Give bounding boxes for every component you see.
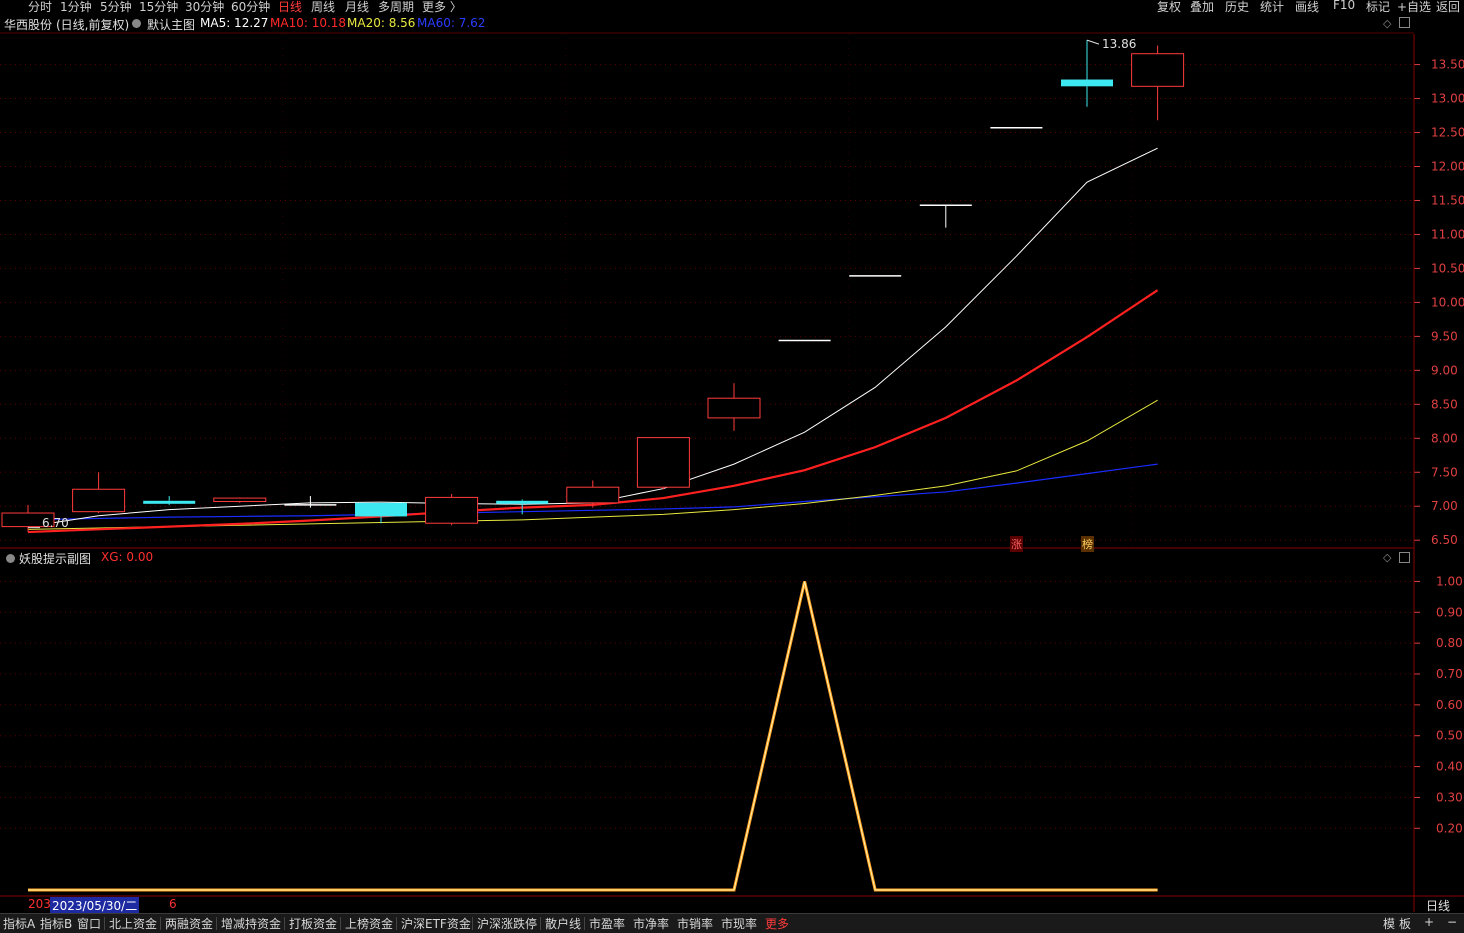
candle-body xyxy=(1061,79,1113,87)
price-tick-label: 11.50 xyxy=(1431,193,1464,207)
tab-pcf-ratio[interactable]: 市现率 xyxy=(721,915,757,932)
price-tick-label: 7.50 xyxy=(1431,465,1458,479)
date-bar: 203 2023/05/30/二 6 xyxy=(0,897,1414,914)
candle-body xyxy=(566,486,620,504)
tab-indicator-b[interactable]: 指标B xyxy=(40,915,72,932)
price-tick-label: 13.50 xyxy=(1431,58,1464,72)
candlestick[interactable] xyxy=(72,472,126,514)
candle-body xyxy=(707,397,761,419)
indicator-tab-bar: 指标A 指标B 窗口 北上资金 两融资金 增减持资金 打板资金 上榜资金 沪深E… xyxy=(0,913,1464,933)
grid-layer xyxy=(0,34,1414,829)
candle-body xyxy=(425,496,479,524)
diamond-icon-sub[interactable]: ◇ xyxy=(1383,551,1391,564)
indicator-legend: 妖股提示副图 XG: 0.00 xyxy=(0,550,400,566)
candlestick-layer xyxy=(1,39,1185,533)
candlestick[interactable] xyxy=(425,494,479,526)
tab-retail-line[interactable]: 散户线 xyxy=(545,915,581,932)
price-tick-label: 9.50 xyxy=(1431,329,1458,343)
indicator-tick-label: 0.40 xyxy=(1436,760,1463,774)
date-suffix: 6 xyxy=(169,897,177,911)
price-tick-label: 10.00 xyxy=(1431,295,1464,309)
price-tick-label: 11.00 xyxy=(1431,227,1464,241)
tab-margin-funds[interactable]: 两融资金 xyxy=(165,915,213,932)
limit-up-badge[interactable]: 涨 xyxy=(1010,536,1023,552)
zoom-in-button[interactable]: + xyxy=(1424,915,1434,929)
tab-limit-board-funds[interactable]: 打板资金 xyxy=(289,915,337,932)
price-tick-label: 10.50 xyxy=(1431,261,1464,275)
diamond-icon[interactable]: ◇ xyxy=(1383,17,1391,30)
low-price-label: 6.70 xyxy=(42,516,69,530)
candle-body xyxy=(496,500,549,504)
tab-window[interactable]: 窗口 xyxy=(77,915,101,932)
chart-canvas[interactable]: 13.50 13.00 12.50 12.00 11.50 11.00 10.50 10.00… xyxy=(0,0,1464,932)
indicator-tick-label: 0.50 xyxy=(1436,729,1463,743)
window-icon[interactable] xyxy=(1399,17,1410,28)
price-tick-label: 13.00 xyxy=(1431,92,1464,106)
tab-indicator-a[interactable]: 指标A xyxy=(3,915,35,932)
price-tick-label: 7.00 xyxy=(1431,499,1458,513)
template-button[interactable]: 模 xyxy=(1383,915,1395,932)
date-prefix: 203 xyxy=(28,897,51,911)
moving-average-layer xyxy=(27,147,1159,534)
candle-body xyxy=(213,497,267,502)
price-axis-layer: 13.50 13.00 12.50 12.00 11.50 11.00 10.50 10.00… xyxy=(1414,58,1464,835)
candlestick[interactable] xyxy=(355,502,407,524)
indicator-name[interactable]: 妖股提示副图 xyxy=(19,550,91,567)
indicator-toggle-icon[interactable] xyxy=(6,554,15,563)
xg-indicator-line xyxy=(28,581,1158,892)
candlestick[interactable] xyxy=(213,497,267,503)
price-tick-label: 12.50 xyxy=(1431,126,1464,140)
zoom-out-button[interactable]: − xyxy=(1447,915,1457,929)
candlestick[interactable] xyxy=(143,496,196,505)
candlestick[interactable] xyxy=(636,437,690,490)
xg-indicator-line-highlight xyxy=(28,581,1158,891)
candle-body xyxy=(72,488,126,513)
high-price-marker xyxy=(1086,39,1100,45)
tab-pb-ratio[interactable]: 市净率 xyxy=(633,915,669,932)
ma5-line xyxy=(27,147,1158,528)
board-button[interactable]: 板 xyxy=(1399,915,1411,932)
list-badge[interactable]: 榜 xyxy=(1081,536,1094,552)
indicator-value: XG: 0.00 xyxy=(101,550,154,564)
indicator-tick-label: 0.20 xyxy=(1436,821,1463,835)
indicator-tick-label: 1.00 xyxy=(1436,574,1463,588)
candlestick[interactable] xyxy=(707,383,761,431)
candle-body xyxy=(143,500,196,504)
tab-holding-change-funds[interactable]: 增减持资金 xyxy=(221,915,281,932)
indicator-tick-label: 0.30 xyxy=(1436,790,1463,804)
tab-more-indicators[interactable]: 更多 xyxy=(765,915,789,932)
price-tick-label: 6.50 xyxy=(1431,533,1458,547)
candle-body xyxy=(355,502,407,517)
candle-body xyxy=(1131,53,1185,87)
price-tick-label: 12.00 xyxy=(1431,159,1464,173)
cursor-date: 2023/05/30/二 xyxy=(50,897,140,914)
indicator-tick-label: 0.60 xyxy=(1436,698,1463,712)
tab-etf-funds[interactable]: 沪深ETF资金 xyxy=(401,915,471,932)
candle-body xyxy=(636,437,690,488)
period-indicator: 日线 xyxy=(1426,899,1451,913)
indicator-tick-label: 0.90 xyxy=(1436,605,1463,619)
price-tick-label: 9.00 xyxy=(1431,363,1458,377)
tab-northbound-funds[interactable]: 北上资金 xyxy=(109,915,157,932)
candlestick[interactable] xyxy=(919,204,972,228)
tab-ps-ratio[interactable]: 市销率 xyxy=(677,915,713,932)
candlestick[interactable] xyxy=(284,496,337,508)
tab-pe-ratio[interactable]: 市盈率 xyxy=(589,915,625,932)
indicator-tick-label: 0.70 xyxy=(1436,667,1463,681)
tab-listing-funds[interactable]: 上榜资金 xyxy=(345,915,393,932)
tab-limit-up-down[interactable]: 沪深涨跌停 xyxy=(477,915,537,932)
candlestick[interactable] xyxy=(1131,45,1185,121)
high-price-label: 13.86 xyxy=(1102,37,1137,51)
indicator-tick-label: 0.80 xyxy=(1436,636,1463,650)
price-tick-label: 8.00 xyxy=(1431,431,1458,445)
window-icon-sub[interactable] xyxy=(1399,552,1410,563)
price-tick-label: 8.50 xyxy=(1431,397,1458,411)
indicator-layer xyxy=(28,581,1158,892)
